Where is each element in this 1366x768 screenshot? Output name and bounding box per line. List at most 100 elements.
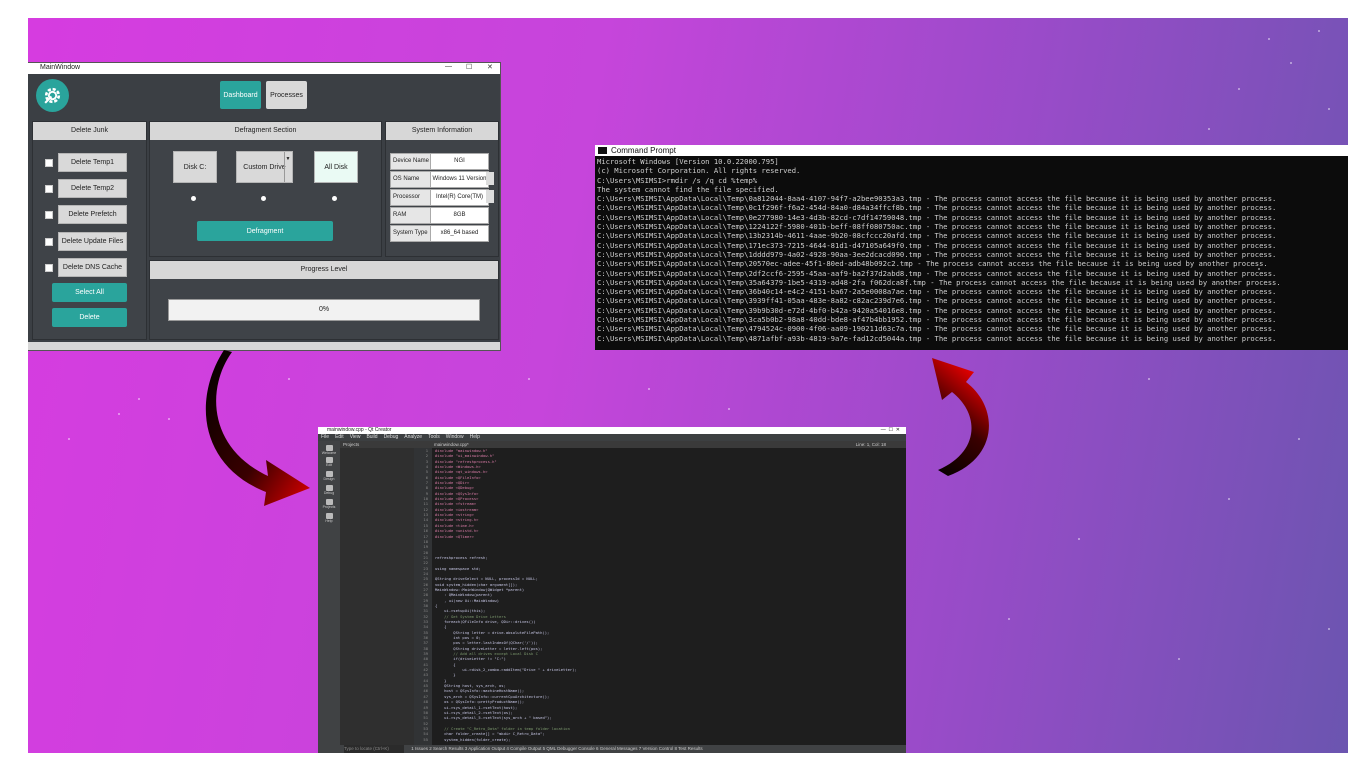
- delete-junk-panel: Delete Junk Delete Temp1 Delete Temp2 De…: [32, 121, 147, 340]
- tab-dashboard[interactable]: Dashboard: [220, 81, 261, 109]
- background-speck: [648, 388, 650, 390]
- background-speck: [1318, 30, 1320, 32]
- progress-text: 0%: [318, 306, 330, 313]
- mode-help[interactable]: Help: [320, 513, 338, 523]
- background-speck: [68, 438, 70, 440]
- close-button[interactable]: ✕: [487, 63, 493, 71]
- defragment-button[interactable]: Defragment: [197, 221, 333, 241]
- terminal-line: C:\Users\MSIMSI\AppData\Local\Temp\39b9b…: [597, 305, 1277, 315]
- projects-pane-header[interactable]: Projects: [340, 441, 414, 448]
- background-speck: [118, 413, 120, 415]
- gear-icon: [44, 87, 61, 104]
- background-speck: [1008, 618, 1010, 620]
- terminal-line: C:\Users\MSIMSI\AppData\Local\Temp\4871a…: [597, 333, 1277, 343]
- minimize-button[interactable]: —: [445, 63, 452, 70]
- background-speck: [138, 398, 140, 400]
- delete-temp2-button[interactable]: Delete Temp2: [58, 179, 127, 198]
- defragment-panel: Defragment Section Disk C: Custom Drive …: [149, 121, 382, 257]
- menu-item-build[interactable]: Build: [366, 434, 377, 440]
- delete-dns-cache-button[interactable]: Delete DNS Cache: [58, 258, 127, 277]
- menu-item-view[interactable]: View: [350, 434, 361, 440]
- terminal-line: C:\Users\MSIMSI\AppData\Local\Temp\20570…: [597, 259, 1268, 269]
- ram-label: RAM: [390, 207, 432, 224]
- menu-item-tools[interactable]: Tools: [428, 434, 440, 440]
- app-header: Dashboard Processes: [28, 74, 500, 117]
- background-speck: [288, 378, 290, 380]
- arrow-to-editor-icon: [205, 350, 310, 506]
- qt-editor-toolbar: mainwindow.cpp* Line: 1, Col: 18: [414, 441, 906, 448]
- background-speck: [1328, 108, 1330, 110]
- terminal-line: C:\Users\MSIMSI\AppData\Local\Temp\47945…: [597, 324, 1277, 334]
- background-speck: [1208, 128, 1210, 130]
- qt-projects-pane: Projects: [340, 441, 415, 745]
- terminal-line: C:\Users\MSIMSI\AppData\Local\Temp\0e277…: [597, 212, 1277, 222]
- background-speck: [728, 408, 730, 410]
- custom-drive-dropdown[interactable]: Custom Drive ▼: [236, 151, 293, 183]
- background-speck: [1228, 498, 1230, 500]
- qt-window-controls[interactable]: — ☐ ✕: [881, 427, 900, 434]
- terminal-line: C:\Users\MSIMSI\AppData\Local\Temp\0c1f2…: [597, 203, 1277, 213]
- background-speck: [1178, 658, 1180, 660]
- disk-c-radio[interactable]: [191, 196, 196, 201]
- all-disk-button[interactable]: All Disk: [314, 151, 358, 183]
- terminal-line: C:\Users\MSIMSI\AppData\Local\Temp\0a812…: [597, 194, 1277, 204]
- progress-panel: Progress Level 0%: [149, 260, 499, 340]
- system-info-panel: System Information Device Name NGI OS Na…: [385, 121, 499, 257]
- all-disk-radio[interactable]: [332, 196, 337, 201]
- maximize-button[interactable]: ☐: [466, 63, 472, 71]
- custom-drive-label: Custom Drive: [243, 163, 286, 171]
- chevron-down-icon: ▼: [284, 152, 291, 182]
- background-speck: [1258, 268, 1260, 270]
- command-prompt-titlebar: Command Prompt: [595, 145, 1348, 156]
- menu-item-help[interactable]: Help: [470, 434, 480, 440]
- main-window-title: MainWindow: [40, 64, 81, 71]
- qt-menu-bar: File Edit View Build Debug Analyze Tools Window…: [318, 434, 906, 441]
- tab-processes[interactable]: Processes: [266, 81, 307, 109]
- delete-prefetch-button[interactable]: Delete Prefetch: [58, 205, 127, 224]
- editor-tab[interactable]: mainwindow.cpp*: [434, 442, 469, 447]
- terminal-line: The system cannot find the file specifie…: [597, 184, 779, 194]
- delete-dns-cache-checkbox[interactable]: [45, 264, 53, 272]
- terminal-output[interactable]: Microsoft Windows [Version 10.0.22000.79…: [595, 156, 1348, 344]
- terminal-line: C:\Users\MSIMSI\AppData\Local\Temp\36b40…: [597, 287, 1277, 297]
- output-pane-tabs[interactable]: 1 Issues 2 Search Results 3 Application …: [411, 746, 702, 751]
- delete-temp2-checkbox[interactable]: [45, 185, 53, 193]
- terminal-icon: [598, 147, 607, 154]
- delete-prefetch-checkbox[interactable]: [45, 211, 53, 219]
- code-editor[interactable]: #include "mainwindow.h" #include "ui_main…: [432, 448, 906, 745]
- terminal-line: C:\Users\MSIMSI\AppData\Local\Temp\171ec…: [597, 240, 1277, 250]
- mode-label: Help: [325, 519, 333, 523]
- terminal-line: C:\Users\MSIMSI\AppData\Local\Temp\3ca5b…: [597, 315, 1277, 325]
- background-speck: [1328, 628, 1330, 630]
- device-name-label: Device Name: [390, 153, 432, 170]
- defragment-header: Defragment Section: [150, 122, 381, 140]
- terminal-line: C:\Users\MSIMSI\AppData\Local\Temp\12241…: [597, 222, 1277, 232]
- os-name-label: OS Name: [390, 171, 432, 188]
- background-speck: [1268, 38, 1270, 40]
- arrow-to-terminal-icon: [932, 358, 989, 476]
- select-all-button[interactable]: Select All: [52, 283, 127, 302]
- background-speck: [168, 418, 170, 420]
- qt-creator-window: mainwindow.cpp - Qt Creator — ☐ ✕ File Ed…: [318, 427, 906, 753]
- terminal-line: C:\Users\MSIMSI>rmdir /s /q cd %temp%: [597, 175, 758, 185]
- menu-item-debug[interactable]: Debug: [384, 434, 399, 440]
- os-name-value: Windows 11 Version: [430, 171, 489, 188]
- app-logo: [36, 79, 69, 112]
- processor-label: Processor: [390, 189, 432, 206]
- locator-input[interactable]: Type to locate (Ctrl+K): [344, 745, 404, 753]
- menu-item-analyze[interactable]: Analyze: [404, 434, 422, 440]
- menu-item-window[interactable]: Window: [446, 434, 464, 440]
- cursor-position: Line: 1, Col: 18: [855, 442, 886, 447]
- terminal-line: C:\Users\MSIMSI\AppData\Local\Temp\1dddd…: [597, 249, 1277, 259]
- background-speck: [528, 378, 530, 380]
- terminal-line: C:\Users\MSIMSI\AppData\Local\Temp\35a64…: [597, 277, 1281, 287]
- custom-drive-radio[interactable]: [261, 196, 266, 201]
- delete-update-files-button[interactable]: Delete Update Files: [58, 232, 127, 251]
- delete-button[interactable]: Delete: [52, 308, 127, 327]
- qt-creator-titlebar: mainwindow.cpp - Qt Creator — ☐ ✕: [318, 427, 906, 434]
- delete-temp1-checkbox[interactable]: [45, 159, 53, 167]
- delete-temp1-button[interactable]: Delete Temp1: [58, 153, 127, 172]
- disk-c-button[interactable]: Disk C:: [173, 151, 217, 183]
- main-window: MainWindow — ☐ ✕ Dashboard Processes Del…: [28, 63, 500, 350]
- delete-update-files-checkbox[interactable]: [45, 238, 53, 246]
